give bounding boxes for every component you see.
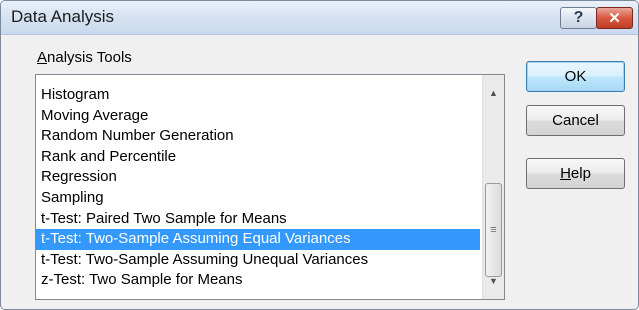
list-item[interactable]: t-Test: Two-Sample Assuming Unequal Vari…: [36, 250, 480, 271]
analysis-tools-label-text: nalysis Tools: [47, 49, 132, 66]
scroll-grip-icon: ≡: [490, 223, 497, 236]
data-analysis-dialog: Data Analysis ? ✕ Analysis Tools Histogr…: [0, 0, 639, 310]
list-item[interactable]: Regression: [36, 167, 480, 188]
scroll-down-icon[interactable]: ▼: [483, 271, 504, 291]
question-mark-icon: ?: [573, 9, 584, 26]
list-item[interactable]: Rank and Percentile: [36, 147, 480, 168]
dialog-title: Data Analysis: [11, 7, 114, 26]
list-item[interactable]: Moving Average: [36, 106, 480, 127]
list-item[interactable]: z-Test: Two Sample for Means: [36, 270, 480, 291]
scroll-up-icon[interactable]: ▲: [483, 83, 504, 103]
list-item[interactable]: t-Test: Paired Two Sample for Means: [36, 209, 480, 230]
list-item[interactable]: Random Number Generation: [36, 126, 480, 147]
analysis-tools-listbox[interactable]: Histogram Moving Average Random Number Gen…: [35, 74, 505, 300]
analysis-tools-label: Analysis Tools: [37, 49, 132, 66]
cancel-button[interactable]: Cancel: [526, 105, 625, 136]
analysis-tools-list: Histogram Moving Average Random Number Gen…: [36, 85, 480, 291]
vertical-scrollbar[interactable]: ▲ ≡ ▼: [482, 75, 504, 299]
title-bar: Data Analysis ? ✕: [1, 1, 638, 35]
list-item[interactable]: t-Test: Two-Sample Assuming Equal Varian…: [36, 229, 480, 250]
list-item[interactable]: Histogram: [36, 85, 480, 106]
help-button[interactable]: Help: [526, 158, 625, 189]
close-icon: ✕: [608, 10, 621, 27]
help-mnemonic: H: [560, 165, 571, 182]
analysis-tools-mnemonic: A: [37, 49, 48, 66]
ok-button[interactable]: OK: [526, 61, 625, 92]
scroll-thumb[interactable]: ≡: [485, 183, 502, 277]
close-button[interactable]: ✕: [596, 7, 633, 29]
list-item[interactable]: Sampling: [36, 188, 480, 209]
help-button-label: elp: [570, 165, 591, 182]
titlebar-help-button[interactable]: ?: [560, 7, 597, 29]
